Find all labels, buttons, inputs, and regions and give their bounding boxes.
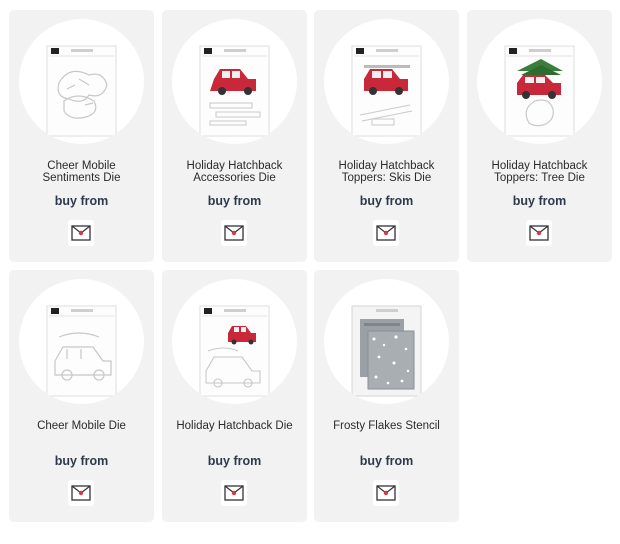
product-title-line: Accessories Die <box>193 172 276 184</box>
product-image <box>504 45 575 137</box>
buy-from-label: buy from <box>359 454 414 468</box>
product-title-line: Holiday Hatchback <box>186 160 283 172</box>
retailer-link[interactable] <box>68 480 94 506</box>
retailer-link[interactable] <box>373 480 399 506</box>
buy-from-label: buy from <box>207 454 262 468</box>
retailer-logo-icon <box>376 225 396 241</box>
product-title[interactable]: Holiday Hatchback Die <box>168 420 301 432</box>
product-image <box>46 305 117 397</box>
retailer-logo-icon <box>376 485 396 501</box>
product-image <box>46 45 117 137</box>
product-card[interactable]: Cheer Mobile Sentiments Die buy from <box>9 10 154 262</box>
buy-from-label: buy from <box>54 454 109 468</box>
product-title[interactable]: Holiday Hatchback Accessories Die <box>168 160 301 184</box>
retailer-logo-icon <box>529 225 549 241</box>
product-thumbnail[interactable] <box>19 279 144 404</box>
product-card[interactable]: Holiday Hatchback Accessories Die buy fr… <box>162 10 307 262</box>
product-title-line: Holiday Hatchback Die <box>176 420 293 432</box>
buy-from-label: buy from <box>54 194 109 208</box>
product-image <box>351 305 422 397</box>
product-image <box>199 305 270 397</box>
buy-from-label: buy from <box>207 194 262 208</box>
product-title-line: Sentiments Die <box>42 172 121 184</box>
retailer-link[interactable] <box>373 220 399 246</box>
buy-from-label: buy from <box>359 194 414 208</box>
product-card[interactable]: Holiday Hatchback Toppers: Tree Die buy … <box>467 10 612 262</box>
product-card[interactable]: Holiday Hatchback Die buy from <box>162 270 307 522</box>
retailer-link[interactable] <box>221 480 247 506</box>
product-title-line: Frosty Flakes Stencil <box>333 420 440 432</box>
retailer-logo-icon <box>224 485 244 501</box>
buy-from-label: buy from <box>512 194 567 208</box>
product-title-line: Toppers: Tree Die <box>494 172 585 184</box>
product-title[interactable]: Holiday Hatchback Toppers: Tree Die <box>473 160 606 184</box>
product-title[interactable]: Cheer Mobile Sentiments Die <box>15 160 148 184</box>
product-thumbnail[interactable] <box>324 279 449 404</box>
product-card[interactable]: Cheer Mobile Die buy from <box>9 270 154 522</box>
product-title-line: Holiday Hatchback <box>491 160 588 172</box>
retailer-link[interactable] <box>221 220 247 246</box>
product-title[interactable]: Holiday Hatchback Toppers: Skis Die <box>320 160 453 184</box>
product-card[interactable]: Holiday Hatchback Toppers: Skis Die buy … <box>314 10 459 262</box>
retailer-link[interactable] <box>526 220 552 246</box>
product-thumbnail[interactable] <box>324 19 449 144</box>
retailer-logo-icon <box>71 485 91 501</box>
product-thumbnail[interactable] <box>172 279 297 404</box>
product-title-line: Toppers: Skis Die <box>341 172 432 184</box>
product-thumbnail[interactable] <box>172 19 297 144</box>
product-card[interactable]: Frosty Flakes Stencil buy from <box>314 270 459 522</box>
retailer-logo-icon <box>71 225 91 241</box>
product-title[interactable]: Cheer Mobile Die <box>15 420 148 432</box>
product-thumbnail[interactable] <box>19 19 144 144</box>
retailer-logo-icon <box>224 225 244 241</box>
product-title-line: Cheer Mobile <box>47 160 116 172</box>
product-title[interactable]: Frosty Flakes Stencil <box>320 420 453 432</box>
product-image <box>351 45 422 137</box>
product-thumbnail[interactable] <box>477 19 602 144</box>
retailer-link[interactable] <box>68 220 94 246</box>
product-title-line: Cheer Mobile Die <box>37 420 126 432</box>
product-grid: Cheer Mobile Sentiments Die buy from Hol… <box>0 0 620 544</box>
product-image <box>199 45 270 137</box>
product-title-line: Holiday Hatchback <box>338 160 435 172</box>
